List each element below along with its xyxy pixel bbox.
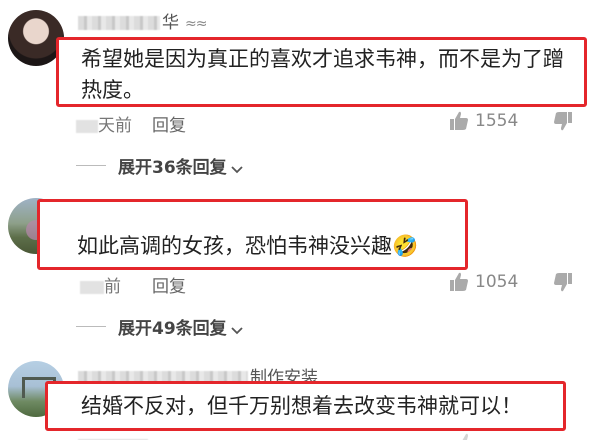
user-badge-icon: ≈≈ <box>185 16 207 32</box>
like-button[interactable]: 1054 <box>449 272 518 292</box>
thumbs-down-icon[interactable] <box>553 272 575 294</box>
comment-text-box: 如此高调的女孩，恐怕韦神没兴趣🤣 <box>37 199 468 270</box>
like-count: 1554 <box>475 111 519 131</box>
comment-time: 天前 <box>76 111 132 136</box>
thumbs-up-icon <box>449 111 469 131</box>
expand-replies-button[interactable]: 展开49条回复 <box>76 314 243 339</box>
comment-text-box: 结婚不反对，但千万别想着去改变韦神就可以！ <box>45 381 566 431</box>
divider <box>76 165 106 166</box>
comment-time <box>78 433 148 440</box>
comment-time: 前 <box>80 272 121 297</box>
username[interactable]: 华 ≈≈ <box>78 8 207 33</box>
comment-text: 希望她是因为真正的喜欢才追求韦神，而不是为了蹭热度。 <box>81 47 564 102</box>
chevron-down-icon <box>231 321 243 334</box>
comment-text: 结婚不反对，但千万别想着去改变韦神就可以！ <box>81 394 522 418</box>
like-button[interactable] <box>456 433 482 440</box>
like-count: 1054 <box>475 272 519 292</box>
expand-replies-button[interactable]: 展开36条回复 <box>76 153 243 178</box>
comment-text-box: 希望她是因为真正的喜欢才追求韦神，而不是为了蹭热度。 <box>56 37 587 107</box>
thumbs-down-icon[interactable] <box>553 111 575 133</box>
like-button[interactable]: 1554 <box>449 111 518 131</box>
chevron-down-icon <box>231 160 243 173</box>
thumbs-up-icon <box>449 272 469 292</box>
divider <box>76 326 106 327</box>
thumbs-up-icon <box>456 433 476 440</box>
redacted-name <box>78 16 160 30</box>
reply-button[interactable]: 回复 <box>152 111 186 136</box>
comment-text: 如此高调的女孩，恐怕韦神没兴趣🤣 <box>77 234 419 258</box>
reply-button[interactable]: 回复 <box>152 272 186 297</box>
